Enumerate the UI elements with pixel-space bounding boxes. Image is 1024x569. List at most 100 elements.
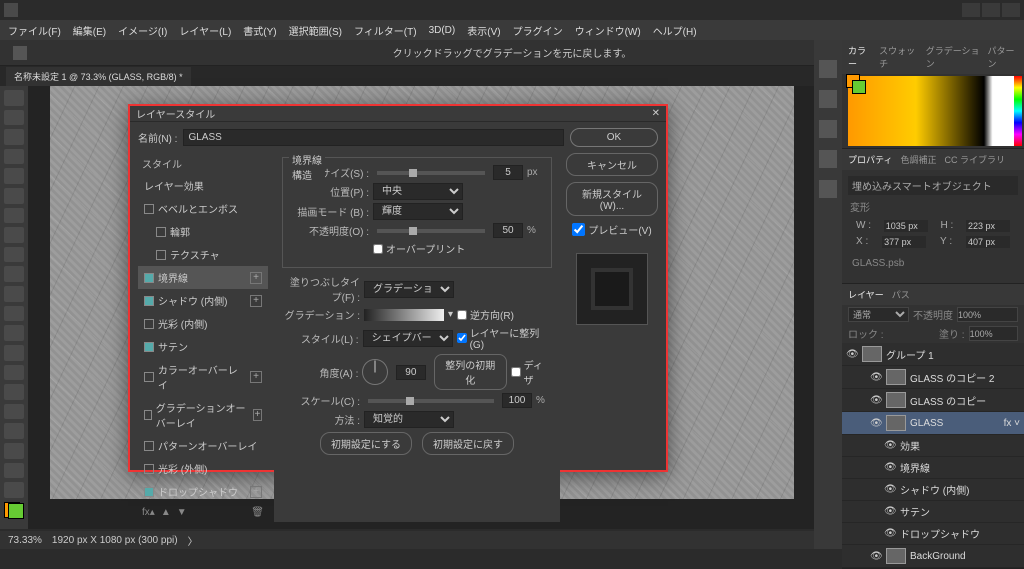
type-tool-icon[interactable] [4, 404, 24, 420]
style-checkbox[interactable] [156, 227, 166, 237]
history-brush-icon[interactable] [4, 286, 24, 302]
tab-adjustments[interactable]: 色調補正 [900, 153, 936, 166]
angle-field[interactable] [396, 365, 426, 380]
color-picker[interactable] [848, 76, 1018, 146]
height-field[interactable] [966, 220, 1010, 232]
zoom-tool-icon[interactable] [4, 482, 24, 498]
hand-tool-icon[interactable] [4, 463, 24, 479]
layer-row[interactable]: 👁サテン [842, 501, 1024, 523]
eye-icon[interactable]: 👁 [884, 462, 896, 473]
width-field[interactable] [884, 220, 928, 232]
ok-button[interactable]: OK [570, 128, 658, 147]
position-select[interactable]: 中央 [373, 183, 463, 200]
tab-gradients[interactable]: グラデーション [926, 44, 980, 70]
eye-icon[interactable]: 👁 [846, 349, 858, 360]
style-select[interactable]: シェイプバースト [363, 330, 453, 347]
opacity-slider[interactable] [377, 229, 485, 233]
style-checkbox[interactable] [144, 319, 154, 329]
reverse-checkbox[interactable] [457, 310, 467, 320]
stamp-tool-icon[interactable] [4, 266, 24, 282]
tab-swatches[interactable]: スウォッチ [879, 44, 918, 70]
layer-row[interactable]: 👁BackGround [842, 545, 1024, 568]
tab-layers[interactable]: レイヤー [848, 288, 884, 301]
style-checkbox[interactable] [144, 464, 154, 474]
up-icon[interactable]: ▲ [161, 507, 171, 518]
fx-icon[interactable]: fx▴ [142, 507, 155, 518]
style-checkbox[interactable] [144, 296, 154, 306]
color-swatch-icon[interactable] [4, 502, 24, 519]
blur-tool-icon[interactable] [4, 345, 24, 361]
layer-row[interactable]: 👁境界線 [842, 457, 1024, 479]
blend-mode-select[interactable]: 通常 [848, 307, 909, 322]
tab-paths[interactable]: パス [892, 288, 910, 301]
new-style-button[interactable]: 新規スタイル(W)... [566, 182, 658, 216]
size-slider[interactable] [377, 171, 485, 175]
close-icon[interactable]: ✕ [652, 108, 660, 119]
menu-filter[interactable]: フィルター(T) [350, 21, 421, 40]
document-tab[interactable]: 名称未設定 1 @ 73.3% (GLASS, RGB/8) * [6, 67, 191, 86]
gradient-swatch[interactable] [364, 309, 444, 321]
layer-row[interactable]: 👁グループ 1 [842, 343, 1024, 366]
style-item[interactable]: レイヤー効果 [138, 174, 268, 197]
plus-icon[interactable]: + [250, 486, 262, 498]
angle-dial[interactable] [362, 359, 388, 385]
blend-select[interactable]: 輝度 [373, 203, 463, 220]
gradient-tool-icon[interactable] [4, 325, 24, 341]
home-icon[interactable] [13, 46, 27, 60]
menu-image[interactable]: イメージ(I) [114, 21, 171, 40]
menu-view[interactable]: 表示(V) [463, 21, 504, 40]
plus-icon[interactable]: + [253, 409, 262, 421]
style-item[interactable]: ベベルとエンボス [138, 197, 268, 220]
wand-tool-icon[interactable] [4, 149, 24, 165]
style-checkbox[interactable] [144, 487, 154, 497]
plus-icon[interactable]: + [250, 295, 262, 307]
hue-slider[interactable] [1014, 76, 1022, 146]
style-item[interactable]: カラーオーバーレイ+ [138, 358, 268, 396]
eye-icon[interactable]: 👁 [884, 484, 896, 495]
tab-patterns[interactable]: パターン [988, 44, 1018, 70]
menu-window[interactable]: ウィンドウ(W) [571, 21, 645, 40]
marquee-tool-icon[interactable] [4, 110, 24, 126]
layer-row[interactable]: 👁効果 [842, 435, 1024, 457]
tab-cclib[interactable]: CC ライブラリ [944, 153, 1005, 166]
style-item[interactable]: ドロップシャドウ+ [138, 480, 268, 503]
dither-checkbox[interactable] [511, 367, 521, 377]
style-checkbox[interactable] [144, 441, 154, 451]
style-item[interactable]: テクスチャ [138, 243, 268, 266]
dodge-tool-icon[interactable] [4, 365, 24, 381]
eye-icon[interactable]: 👁 [870, 551, 882, 562]
panel-icon[interactable] [819, 90, 837, 108]
style-item[interactable]: パターンオーバーレイ [138, 434, 268, 457]
layer-row[interactable]: 👁GLASS のコピー [842, 389, 1024, 412]
frame-tool-icon[interactable] [4, 188, 24, 204]
menu-select[interactable]: 選択範囲(S) [285, 21, 346, 40]
x-field[interactable] [882, 236, 926, 248]
menu-edit[interactable]: 編集(E) [69, 21, 110, 40]
scale-field[interactable] [502, 393, 532, 408]
layer-row[interactable]: 👁GLASSfx ˅ [842, 412, 1024, 435]
cancel-button[interactable]: キャンセル [566, 153, 658, 176]
method-select[interactable]: 知覚的 [364, 411, 454, 428]
align-checkbox[interactable] [457, 333, 467, 343]
scale-slider[interactable] [368, 399, 494, 403]
layer-row[interactable]: 👁シャドウ (内側) [842, 479, 1024, 501]
reset-align-button[interactable]: 整列の初期化 [434, 354, 507, 390]
down-icon[interactable]: ▼ [177, 507, 187, 518]
filltype-select[interactable]: グラデーション [364, 281, 454, 298]
y-field[interactable] [966, 236, 1010, 248]
menu-type[interactable]: 書式(Y) [239, 21, 280, 40]
style-checkbox[interactable] [156, 250, 166, 260]
opacity-field[interactable] [957, 307, 1018, 322]
style-checkbox[interactable] [144, 204, 154, 214]
style-checkbox[interactable] [144, 372, 154, 382]
trash-icon[interactable]: 🗑 [251, 507, 264, 518]
heal-tool-icon[interactable] [4, 227, 24, 243]
linked-file[interactable]: GLASS.psb [848, 250, 1018, 277]
style-checkbox[interactable] [144, 410, 152, 420]
menu-plugin[interactable]: プラグイン [509, 21, 567, 40]
menu-file[interactable]: ファイル(F) [4, 21, 65, 40]
lasso-tool-icon[interactable] [4, 129, 24, 145]
path-tool-icon[interactable] [4, 423, 24, 439]
eye-icon[interactable]: 👁 [884, 506, 896, 517]
style-item[interactable]: 輪郭 [138, 220, 268, 243]
